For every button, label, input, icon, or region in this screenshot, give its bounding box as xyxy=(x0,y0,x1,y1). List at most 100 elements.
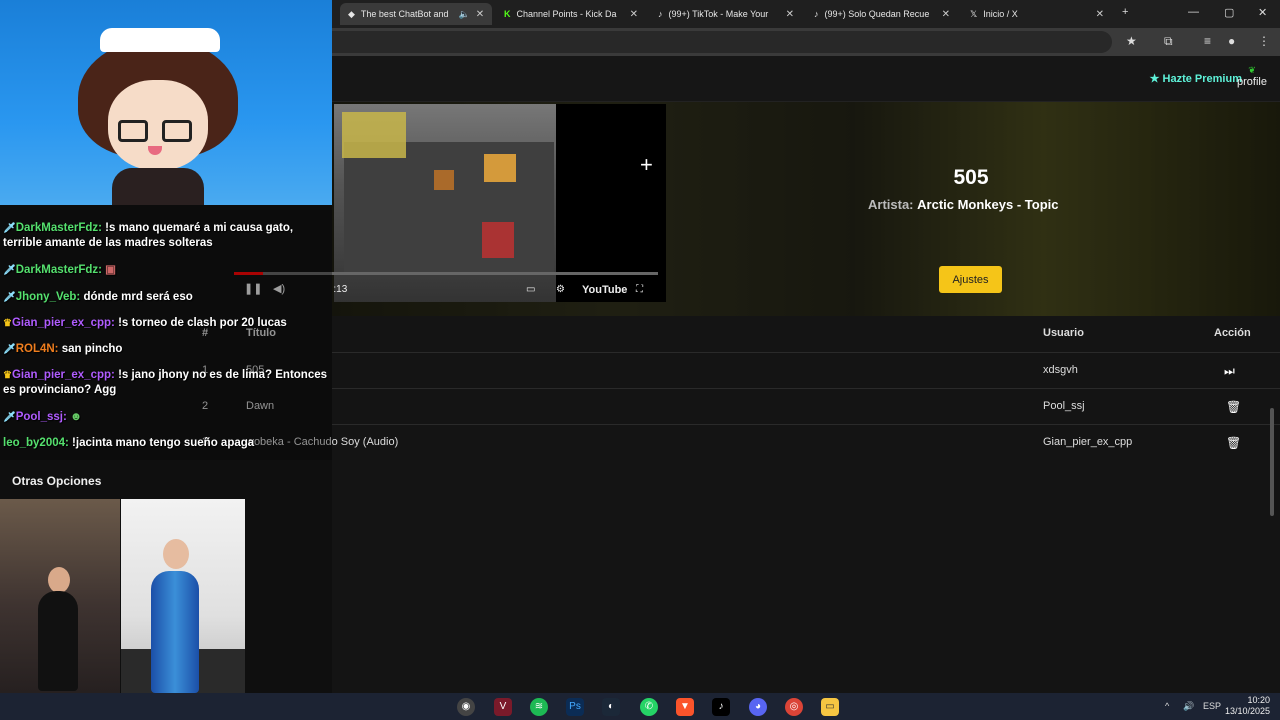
language-indicator[interactable]: ESP xyxy=(1203,701,1221,711)
valorant-icon[interactable]: V xyxy=(494,698,512,716)
close-tab-icon[interactable]: ✕ xyxy=(1096,9,1104,20)
premium-label: Hazte Premium xyxy=(1162,73,1242,85)
new-tab-icon[interactable]: + xyxy=(1122,6,1128,18)
page-scrollbar[interactable] xyxy=(1270,408,1274,516)
chat-username: Gian_pier_ex_cpp: xyxy=(11,317,115,329)
chat-message: 🗡DarkMasterFdz: !s mano quemaré a mi cau… xyxy=(3,221,331,251)
volume-icon[interactable]: 🔊 xyxy=(1183,701,1194,712)
table-row: 3 wobeka - Cachudo Soy (Audio) Gian_pier… xyxy=(202,424,1280,460)
chat-text: san pincho xyxy=(58,343,123,355)
tab-tiktok-2[interactable]: ♪ (99+) Solo Quedan Recue ✕ xyxy=(806,3,958,25)
spotify-icon[interactable]: ≋ xyxy=(530,698,548,716)
youtube-logo[interactable]: YouTube xyxy=(582,284,627,296)
trash-icon[interactable]: 🗑 xyxy=(1226,436,1241,450)
speaker-icon[interactable]: 🔈 xyxy=(458,9,469,20)
brave-icon[interactable]: ▼ xyxy=(676,698,694,716)
player-controls: ❚❚ 🔈 0:17 / 4:13 ▭ ⚙ YouTube ⛶ xyxy=(334,280,666,302)
profile-label: profile xyxy=(1237,76,1267,88)
tiktok-icon[interactable]: ♪ xyxy=(712,698,730,716)
extensions-icon[interactable]: ⧉ xyxy=(1164,34,1173,49)
kick-icon: K xyxy=(504,9,511,19)
trash-icon[interactable]: 🗑 xyxy=(1226,400,1241,414)
row-user: xdsgvh xyxy=(1043,364,1078,376)
premium-link[interactable]: ★ Hazte Premium xyxy=(1150,72,1242,85)
close-tab-icon[interactable]: ✕ xyxy=(476,9,484,20)
sword-badge-icon: 🗡 xyxy=(3,265,16,276)
tab-chatbot[interactable]: ◆ The best ChatBot and 🔈 ✕ xyxy=(340,3,492,25)
crown-badge-icon: ♛ xyxy=(3,370,12,381)
file-explorer-icon[interactable]: ▭ xyxy=(821,698,839,716)
close-tab-icon[interactable]: ✕ xyxy=(942,9,950,20)
x-icon: 𝕏 xyxy=(970,8,978,19)
row-user: Pool_ssj xyxy=(1043,400,1085,412)
tab-label: (99+) TikTok - Make Your xyxy=(668,9,769,19)
browser-tab-bar: ◆ The best ChatBot and 🔈 ✕ K Channel Poi… xyxy=(332,0,1280,28)
col-user-header: Usuario xyxy=(1043,327,1084,339)
chrome-icon[interactable]: ◎ xyxy=(785,698,803,716)
skip-icon[interactable]: ⏭ xyxy=(1224,364,1235,379)
chat-username: DarkMasterFdz: xyxy=(15,222,102,234)
chat-text: dónde mrd será eso xyxy=(80,291,193,303)
clock-date: 13/10/2025 xyxy=(1224,706,1270,716)
tab-tiktok-1[interactable]: ♪ (99+) TikTok - Make Your ✕ xyxy=(650,3,802,25)
close-window-icon[interactable]: ✕ xyxy=(1258,6,1267,19)
sword-badge-icon: 🗡 xyxy=(3,223,16,234)
minimize-icon[interactable]: — xyxy=(1188,6,1199,18)
media-control-icon[interactable]: ≡ xyxy=(1204,34,1211,48)
fullscreen-icon[interactable]: ⛶ xyxy=(636,284,643,295)
table-row: 1 505 xdsgvh ⏭ xyxy=(202,352,1280,388)
gear-icon[interactable]: ⚙ xyxy=(556,284,565,295)
diamond-icon: ◆ xyxy=(348,8,355,19)
chat-message: leo_by2004: !jacinta mano tengo sueño ap… xyxy=(3,436,331,451)
photoshop-icon[interactable]: Ps xyxy=(566,698,584,716)
crown-badge-icon: ♛ xyxy=(3,318,12,329)
webcam-feed-2 xyxy=(121,499,245,693)
address-bar[interactable] xyxy=(332,31,1112,53)
maximize-icon[interactable]: ▢ xyxy=(1224,6,1234,19)
song-title: 505 xyxy=(953,166,989,189)
clock[interactable]: 10:20 13/10/2025 xyxy=(1225,695,1270,717)
obs-icon[interactable]: ◉ xyxy=(457,698,475,716)
table-row: 2 Dawn Pool_ssj 🗑 xyxy=(202,388,1280,424)
steam-icon[interactable]: ◐ xyxy=(602,698,620,716)
browser-toolbar: ★ ⧉ ≡ ● ⋮ xyxy=(332,28,1280,56)
top-navbar: ★ Hazte Premium ❦ profile xyxy=(332,56,1280,102)
chat-username: Gian_pier_ex_cpp: xyxy=(11,369,115,381)
tiktok-icon: ♪ xyxy=(814,9,819,19)
tab-label: The best ChatBot and xyxy=(360,9,449,19)
chat-message: 🗡ROL4N: san pincho xyxy=(3,342,331,357)
chevron-up-icon[interactable]: ^ xyxy=(1165,701,1169,711)
chat-text: !jacinta mano tengo sueño apaga xyxy=(68,437,255,449)
emote-icon: ☻ xyxy=(66,411,83,423)
settings-button[interactable]: Ajustes xyxy=(939,266,1002,293)
vtuber-avatar xyxy=(0,0,332,205)
clock-time: 10:20 xyxy=(1247,695,1270,705)
artist-label: Artista: xyxy=(868,197,914,212)
close-tab-icon[interactable]: ✕ xyxy=(630,9,638,20)
captions-icon[interactable]: ▭ xyxy=(526,284,535,295)
profile-link[interactable]: ❦ profile xyxy=(1237,64,1267,88)
discord-icon[interactable]: ◕ xyxy=(749,698,767,716)
chat-username: DarkMasterFdz: xyxy=(15,264,102,276)
tab-x[interactable]: 𝕏 Inicio / X ✕ xyxy=(962,3,1112,25)
chat-text: !s torneo de clash por 20 lucas xyxy=(114,317,287,329)
menu-kebab-icon[interactable]: ⋮ xyxy=(1258,34,1270,48)
bookmark-star-icon[interactable]: ★ xyxy=(1126,34,1137,48)
tab-kick[interactable]: K Channel Points - Kick Da ✕ xyxy=(496,3,646,25)
profile-avatar-icon[interactable]: ● xyxy=(1228,34,1235,48)
other-options-heading: Otras Opciones xyxy=(12,474,102,488)
close-tab-icon[interactable]: ✕ xyxy=(786,9,794,20)
chat-message: 🗡Pool_ssj: ☻ xyxy=(3,410,331,425)
chat-username: ROL4N: xyxy=(15,343,59,355)
chat-message: ♛Gian_pier_ex_cpp: !s jano jhony no es d… xyxy=(3,368,331,398)
star-icon: ★ xyxy=(1149,73,1160,85)
sword-badge-icon: 🗡 xyxy=(3,292,16,303)
row-user: Gian_pier_ex_cpp xyxy=(1043,436,1133,448)
chat-username: Jhony_Veb: xyxy=(15,291,81,303)
windows-taskbar: ◉ V ≋ Ps ◐ ✆ ▼ ♪ ◕ ◎ ▭ ^ 🔊 ESP 10:20 13/… xyxy=(0,693,1280,720)
song-queue-table: # Título Usuario Acción 1 505 xdsgvh ⏭ 2… xyxy=(202,316,1280,460)
table-header: # Título Usuario Acción xyxy=(202,316,1280,352)
tab-label: Channel Points - Kick Da xyxy=(516,9,617,19)
artist-row: Artista: Arctic Monkeys - Topic xyxy=(868,197,1058,212)
whatsapp-icon[interactable]: ✆ xyxy=(640,698,658,716)
